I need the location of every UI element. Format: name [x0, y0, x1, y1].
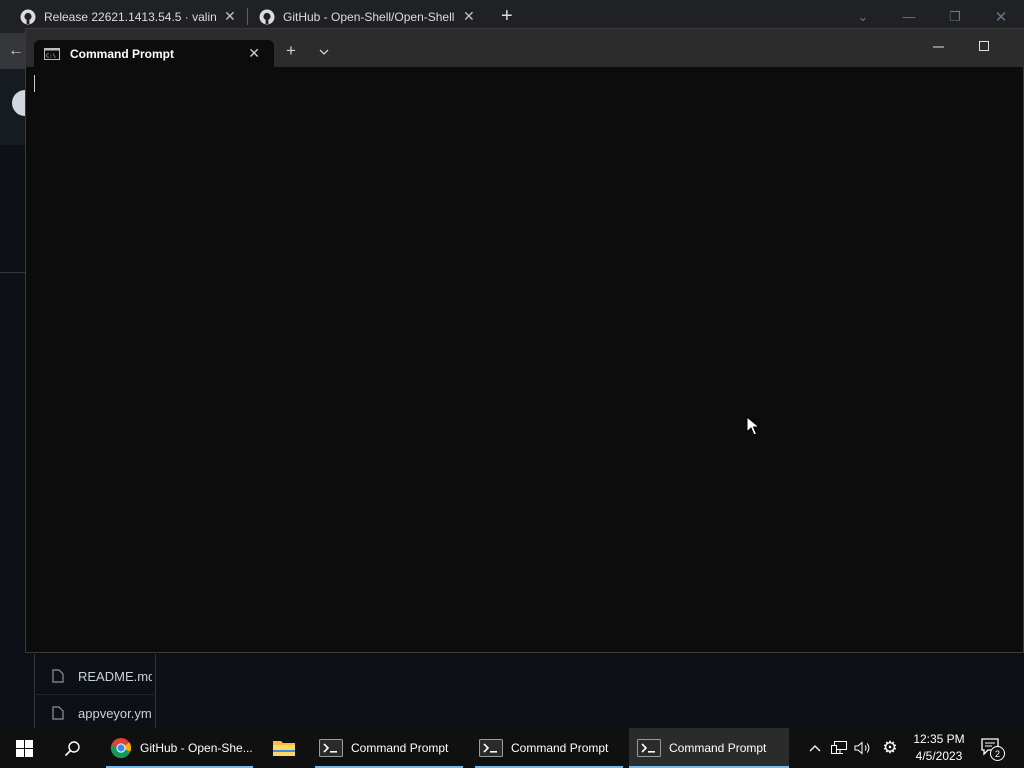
folder-icon [273, 741, 295, 756]
notification-count-badge: 2 [990, 746, 1005, 761]
browser-new-tab-icon[interactable]: + [501, 6, 513, 26]
network-icon[interactable] [828, 728, 850, 768]
taskbar-clock[interactable]: 12:35 PM 4/5/2023 [906, 731, 972, 765]
divider [0, 272, 26, 273]
github-icon [20, 9, 36, 24]
taskbar-item-label: Command Prompt [669, 741, 767, 755]
terminal-tab-label: Command Prompt [70, 46, 175, 61]
file-name: README.md [78, 668, 152, 684]
file-name: appveyor.yml [78, 705, 152, 721]
mouse-pointer-icon [746, 416, 760, 436]
taskbar-item-terminal[interactable]: Command Prompt [313, 728, 465, 768]
volume-icon[interactable] [852, 728, 874, 768]
text-cursor [34, 75, 35, 92]
browser-tab-title: GitHub - Open-Shell/Open-Shell [283, 9, 455, 24]
windows-icon [15, 739, 33, 757]
tab-separator [247, 8, 248, 25]
close-icon[interactable]: ✕ [248, 45, 260, 62]
terminal-window[interactable] [25, 28, 1024, 653]
terminal-icon [479, 739, 503, 757]
file-icon [52, 669, 64, 683]
taskbar-item-file-explorer[interactable] [262, 728, 306, 768]
github-icon [259, 9, 275, 24]
chevron-down-icon[interactable] [318, 44, 330, 62]
taskbar-item-label: Command Prompt [511, 741, 609, 755]
taskbar-item-label: Command Prompt [351, 741, 449, 755]
taskbar-item-terminal[interactable]: Command Prompt [473, 728, 625, 768]
command-prompt-icon: C:\ [44, 47, 60, 60]
taskbar-item-label: GitHub - Open-She... [140, 741, 253, 755]
taskbar-item-terminal-active[interactable]: Command Prompt [629, 728, 789, 768]
close-icon[interactable]: ✕ [224, 8, 236, 25]
file-icon [52, 706, 64, 720]
minimize-icon[interactable] [930, 40, 948, 54]
taskbar-item-chrome[interactable]: GitHub - Open-She... [104, 728, 255, 768]
maximize-icon[interactable] [976, 40, 994, 54]
terminal-icon [637, 739, 661, 757]
terminal-tab[interactable]: C:\ Command Prompt ✕ [34, 40, 274, 67]
chevron-up-icon[interactable] [804, 728, 826, 768]
start-button[interactable] [0, 728, 48, 768]
file-row-appveyor[interactable]: appveyor.yml [52, 695, 152, 731]
search-button[interactable] [48, 728, 96, 768]
close-icon[interactable]: ✕ [463, 8, 475, 25]
clock-time: 12:35 PM [913, 732, 965, 746]
clock-date: 4/5/2023 [915, 749, 963, 763]
terminal-icon [319, 739, 343, 757]
gear-icon[interactable]: ⚙ [878, 728, 902, 768]
search-icon [64, 740, 80, 756]
back-arrow-icon[interactable]: ← [8, 42, 24, 60]
browser-tab-title: Release 22621.1413.54.5 · valinet/ [44, 9, 216, 24]
chrome-icon [110, 738, 132, 758]
new-tab-icon[interactable]: + [286, 41, 296, 61]
file-row-readme[interactable]: README.md [52, 658, 152, 694]
svg-text:C:\: C:\ [46, 53, 56, 59]
